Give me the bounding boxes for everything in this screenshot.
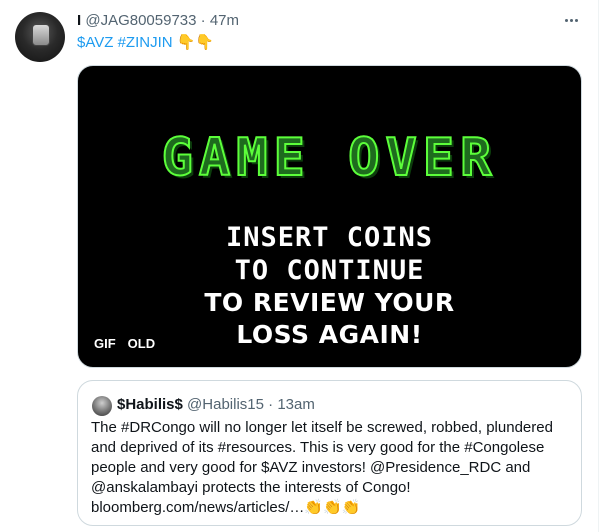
quoted-author-handle: @Habilis15: [187, 396, 264, 413]
gif-line-2: TO CONTINUE: [234, 255, 425, 286]
quoted-timestamp: 13am: [277, 396, 315, 413]
author-name[interactable]: I: [77, 12, 81, 29]
avatar[interactable]: [15, 12, 65, 62]
quoted-text: The #DRCongo will no longer let itself b…: [91, 419, 553, 516]
gif-title: GAME OVER: [161, 127, 498, 189]
avatar-emblem-icon: [32, 24, 50, 46]
quoted-avatar: [92, 396, 112, 416]
alt-text-badge[interactable]: OLD: [123, 334, 160, 354]
quoted-separator-dot: ·: [268, 396, 274, 413]
column-divider: [598, 0, 599, 532]
gif-line-3: TO REVIEW YOUR: [204, 288, 455, 317]
hashtag-links[interactable]: $AVZ #ZINJIN: [77, 34, 173, 51]
tweet-text: $AVZ #ZINJIN 👇👇: [77, 31, 214, 54]
gif-badge: GIF: [90, 334, 120, 354]
gif-line-1: INSERT COINS: [225, 222, 434, 253]
more-options-icon[interactable]: [560, 10, 582, 30]
author-handle[interactable]: @JAG80059733: [85, 12, 196, 29]
pointing-down-emoji: 👇👇: [176, 33, 215, 51]
quoted-header: $Habilis$ @Habilis15 · 13am: [117, 395, 315, 415]
tweet-timestamp[interactable]: 47m: [210, 12, 239, 29]
gif-media[interactable]: GAME OVER INSERT COINS TO CONTINUE TO RE…: [77, 65, 582, 368]
media-badges: GIF OLD: [90, 334, 160, 354]
quoted-tweet[interactable]: $Habilis$ @Habilis15 · 13am The #DRCongo…: [77, 380, 582, 526]
tweet-header: I @JAG80059733 · 47m: [77, 11, 561, 31]
quoted-author-name: $Habilis$: [117, 396, 183, 413]
separator-dot: ·: [200, 12, 206, 29]
